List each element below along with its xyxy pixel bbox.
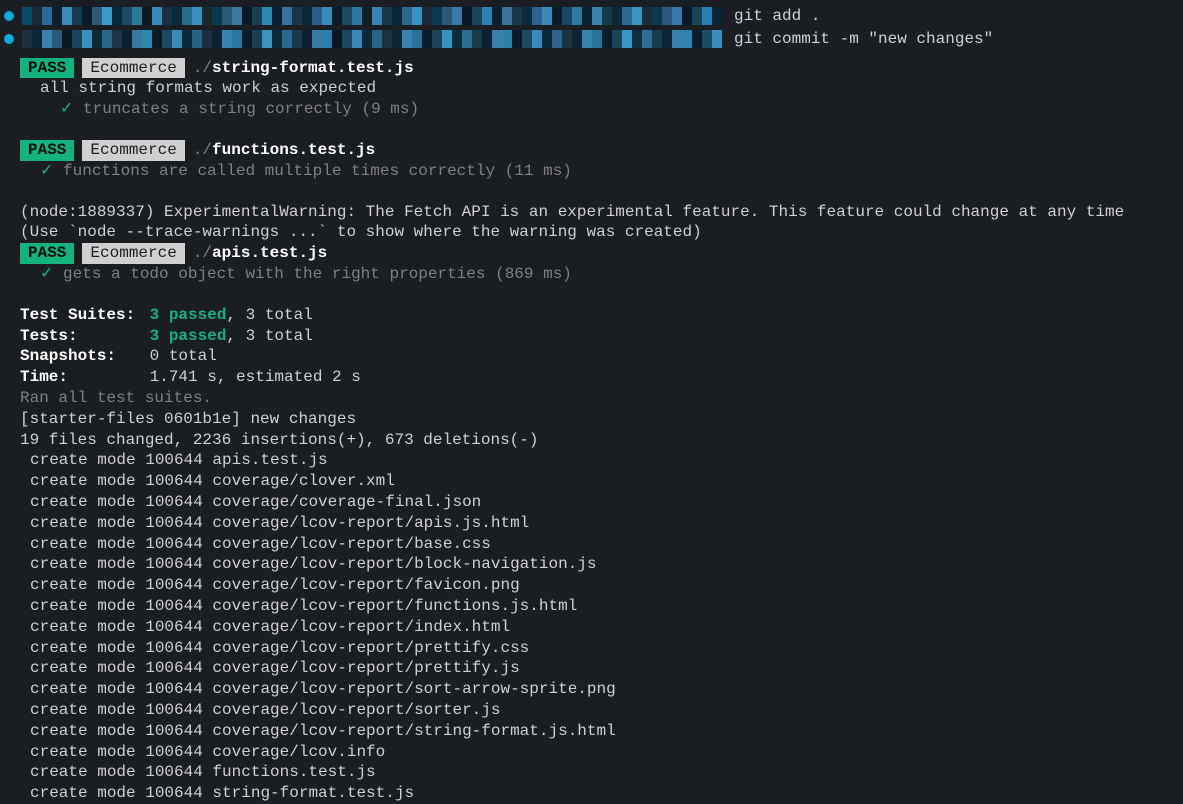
summary-passed: 3 passed [150, 327, 227, 345]
test-summary: Test Suites: 3 passed, 3 total Tests: 3 … [20, 305, 1183, 388]
create-mode-line: create mode 100644 coverage/lcov-report/… [30, 513, 1183, 534]
node-warning-block: (node:1889337) ExperimentalWarning: The … [20, 202, 1183, 244]
created-files-list: create mode 100644 apis.test.jscreate mo… [0, 450, 1183, 804]
create-mode-line: create mode 100644 coverage/lcov-report/… [30, 700, 1183, 721]
create-mode-line: create mode 100644 coverage/coverage-fin… [30, 492, 1183, 513]
path-prefix: ./ [193, 141, 212, 159]
summary-label: Tests: [20, 326, 140, 347]
summary-passed: 3 passed [150, 306, 227, 324]
warning-line: (node:1889337) ExperimentalWarning: The … [20, 202, 1183, 223]
prompt-line-2: git commit -m "new changes" [0, 29, 1183, 50]
commit-stats: 19 files changed, 2236 insertions(+), 67… [20, 430, 1183, 451]
create-mode-line: create mode 100644 coverage/lcov.info [30, 742, 1183, 763]
test-check-line: ✓ truncates a string correctly (9 ms) [60, 99, 1183, 120]
create-mode-line: create mode 100644 coverage/lcov-report/… [30, 617, 1183, 638]
bullet-icon [4, 34, 14, 44]
pass-badge: PASS [20, 140, 74, 161]
summary-total: , 3 total [226, 327, 312, 345]
create-mode-line: create mode 100644 coverage/lcov-report/… [30, 554, 1183, 575]
summary-label: Snapshots: [20, 346, 140, 367]
test-file-name: string-format.test.js [212, 59, 414, 77]
check-text: functions are called multiple times corr… [63, 162, 572, 180]
create-mode-line: create mode 100644 coverage/lcov-report/… [30, 658, 1183, 679]
summary-suites: Test Suites: 3 passed, 3 total [20, 305, 1183, 326]
pass-badge: PASS [20, 58, 74, 79]
test-describe: all string formats work as expected [40, 78, 1183, 99]
path-prefix: ./ [193, 59, 212, 77]
check-icon: ✓ [60, 100, 73, 118]
summary-label: Test Suites: [20, 305, 140, 326]
pixelated-prompt-bar-1 [22, 7, 722, 25]
test-result-line: PASS Ecommerce ./string-format.test.js [20, 58, 1183, 79]
summary-snapshots: Snapshots: 0 total [20, 346, 1183, 367]
test-file-name: functions.test.js [212, 141, 375, 159]
pass-badge: PASS [20, 243, 74, 264]
create-mode-line: create mode 100644 coverage/clover.xml [30, 471, 1183, 492]
test-check-line: ✓ functions are called multiple times co… [40, 161, 1183, 182]
create-mode-line: create mode 100644 coverage/lcov-report/… [30, 534, 1183, 555]
test-result-line: PASS Ecommerce ./functions.test.js [20, 140, 1183, 161]
summary-label: Time: [20, 367, 140, 388]
path-prefix: ./ [193, 244, 212, 262]
test-result-line: PASS Ecommerce ./apis.test.js [20, 243, 1183, 264]
ran-all-line: Ran all test suites. [20, 388, 1183, 409]
tag-badge: Ecommerce [82, 58, 184, 79]
create-mode-line: create mode 100644 coverage/lcov-report/… [30, 575, 1183, 596]
summary-value: 0 total [150, 347, 217, 365]
check-text: gets a todo object with the right proper… [63, 265, 572, 283]
prompt-line-1: git add . [0, 6, 1183, 27]
commit-output: [starter-files 0601b1e] new changes 19 f… [20, 409, 1183, 451]
check-icon: ✓ [40, 162, 53, 180]
bullet-icon [4, 11, 14, 21]
warning-line: (Use `node --trace-warnings ...` to show… [20, 222, 1183, 243]
test-check-line: ✓ gets a todo object with the right prop… [40, 264, 1183, 285]
commit-header: [starter-files 0601b1e] new changes [20, 409, 1183, 430]
create-mode-line: create mode 100644 coverage/lcov-report/… [30, 679, 1183, 700]
create-mode-line: create mode 100644 apis.test.js [30, 450, 1183, 471]
tag-badge: Ecommerce [82, 140, 184, 161]
command-text-1[interactable]: git add . [734, 6, 820, 27]
summary-time: Time: 1.741 s, estimated 2 s [20, 367, 1183, 388]
check-text: truncates a string correctly (9 ms) [83, 100, 419, 118]
summary-total: , 3 total [226, 306, 312, 324]
summary-tests: Tests: 3 passed, 3 total [20, 326, 1183, 347]
create-mode-line: create mode 100644 coverage/lcov-report/… [30, 638, 1183, 659]
pixelated-prompt-bar-2 [22, 30, 722, 48]
command-text-2[interactable]: git commit -m "new changes" [734, 29, 993, 50]
tag-badge: Ecommerce [82, 243, 184, 264]
check-icon: ✓ [40, 265, 53, 283]
test-file-name: apis.test.js [212, 244, 327, 262]
create-mode-line: create mode 100644 functions.test.js [30, 762, 1183, 783]
create-mode-line: create mode 100644 string-format.test.js [30, 783, 1183, 804]
summary-value: 1.741 s, estimated 2 s [150, 368, 361, 386]
create-mode-line: create mode 100644 coverage/lcov-report/… [30, 596, 1183, 617]
create-mode-line: create mode 100644 coverage/lcov-report/… [30, 721, 1183, 742]
